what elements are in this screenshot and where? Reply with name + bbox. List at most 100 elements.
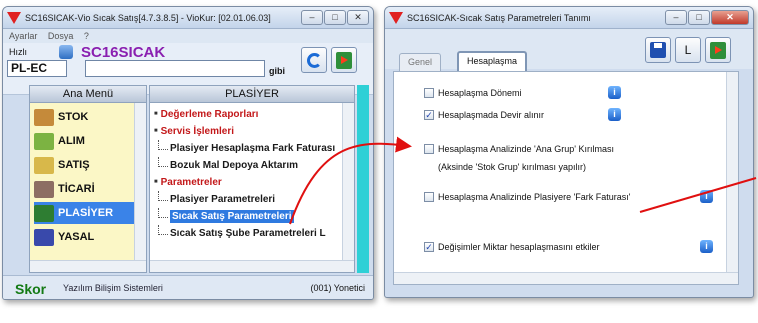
main-window-titlebar[interactable]: SC16SICAK-Vio Sıcak Satış[4.7.3.8.5] - V… (3, 7, 373, 29)
main-menu-item-5[interactable]: YASAL (34, 226, 138, 248)
main-menu-item-1[interactable]: ALIM (34, 130, 138, 152)
tree-group[interactable]: Değerleme Raporları (152, 106, 344, 123)
tree-item-label: Değerleme Raporları (160, 109, 259, 121)
app-logo-icon (389, 11, 403, 25)
checkbox[interactable]: ✓ (424, 110, 434, 120)
tree-item-label: Parametreler (160, 177, 222, 189)
tree-item-label: Sıcak Satış Parametreleri (170, 210, 294, 223)
minimize-button[interactable]: – (301, 10, 323, 25)
tab-page-hscrollbar[interactable] (394, 272, 738, 284)
exit-icon (710, 42, 726, 59)
tree-item[interactable]: Sıcak Satış Parametreleri (152, 208, 344, 225)
option-degisimler-miktar[interactable]: ✓ Değişimler Miktar hesaplaşmasını etkile… (424, 242, 600, 252)
save-button[interactable] (645, 37, 671, 63)
option-fark-faturasi[interactable]: Hesaplaşma Analizinde Plasiyere 'Fark Fa… (424, 192, 631, 202)
main-menu-hscrollbar[interactable] (30, 260, 146, 272)
ana-grup-note: (Aksinde 'Stok Grup' kırılması yapılır) (438, 162, 586, 172)
commerce-icon (34, 180, 54, 198)
tab-genel[interactable]: Genel (399, 53, 442, 71)
status-bar: Skor Yazılım Bilişim Sistemleri (001) Yo… (3, 275, 373, 299)
code-field[interactable]: PL-EC (7, 60, 67, 77)
plasiyer-hscrollbar[interactable] (150, 260, 354, 272)
hesaplasma-tab-page: Hesaplaşma Dönemi i ✓ Hesaplaşmada Devir … (393, 71, 739, 285)
app-logo-icon (7, 11, 21, 25)
main-menu-item-0[interactable]: STOK (34, 106, 138, 128)
option-label: Değişimler Miktar hesaplaşmasını etkiler (438, 242, 600, 252)
menu-help[interactable]: ? (84, 31, 89, 41)
checkbox[interactable] (424, 88, 434, 98)
plasiyer-panel: PLASİYER Değerleme Raporları Servis İşlem… (149, 85, 355, 273)
checkbox[interactable] (424, 192, 434, 202)
menu-bar: Ayarlar Dosya ? (3, 29, 373, 43)
help-icon[interactable]: i (700, 240, 713, 253)
gibi-label: gibi (269, 66, 285, 76)
main-menu-item-label: YASAL (58, 231, 95, 243)
sales-icon (34, 156, 54, 174)
stock-icon (34, 108, 54, 126)
parameters-window-titlebar[interactable]: SC16SICAK-Sıcak Satış Parametreleri Tanı… (385, 7, 753, 29)
close-button[interactable]: ✕ (711, 10, 749, 25)
tree-item[interactable]: Plasiyer Hesaplaşma Fark Faturası (152, 140, 344, 157)
option-ana-grup-kirilmasi[interactable]: Hesaplaşma Analizinde 'Ana Grup' Kırılma… (424, 144, 614, 154)
main-menu-item-2[interactable]: SATIŞ (34, 154, 138, 176)
parameters-window-title: SC16SICAK-Sıcak Satış Parametreleri Tanı… (407, 12, 591, 23)
tree-group[interactable]: Servis İşlemleri (152, 123, 344, 140)
help-icon[interactable]: i (608, 108, 621, 121)
company-label: Yazılım Bilişim Sistemleri (63, 283, 163, 293)
tree-item-label: Plasiyer Hesaplaşma Fark Faturası (170, 143, 336, 154)
main-menu-header: Ana Menü (30, 86, 146, 103)
option-label: Hesaplaşma Analizinde 'Ana Grup' Kırılma… (438, 144, 615, 154)
main-window-title: SC16SICAK-Vio Sıcak Satış[4.7.3.8.5] - V… (25, 12, 271, 23)
maximize-button[interactable]: □ (688, 10, 710, 25)
main-menu-item-label: ALIM (58, 135, 85, 147)
checkbox[interactable]: ✓ (424, 242, 434, 252)
exit-button[interactable] (331, 47, 357, 73)
main-window: SC16SICAK-Vio Sıcak Satış[4.7.3.8.5] - V… (2, 6, 374, 300)
tree-item[interactable]: Sıcak Satış Şube Parametreleri L (152, 225, 344, 242)
tree-group[interactable]: Parametreler (152, 174, 344, 191)
option-devir-alinir[interactable]: ✓ Hesaplaşmada Devir alınır (424, 110, 544, 120)
tree-item[interactable]: Plasiyer Parametreleri (152, 191, 344, 208)
parameters-window: SC16SICAK-Sıcak Satış Parametreleri Tanı… (384, 6, 754, 298)
option-label: Hesaplaşma Dönemi (438, 88, 522, 98)
salesman-icon (34, 204, 54, 222)
user-label: (001) Yonetici (310, 283, 365, 293)
list-button[interactable]: L (675, 37, 701, 63)
main-menu-item-4[interactable]: PLASİYER (34, 202, 138, 224)
save-icon-label (654, 43, 662, 48)
tree-item-label: Sıcak Satış Şube Parametreleri L (170, 228, 326, 239)
purchase-icon (34, 132, 54, 150)
main-menu-item-label: STOK (58, 111, 89, 123)
help-icon[interactable]: i (700, 190, 713, 203)
tree-item-label: Servis İşlemleri (160, 126, 235, 138)
tree-item-label: Plasiyer Parametreleri (170, 194, 276, 205)
option-hesaplasma-donemi[interactable]: Hesaplaşma Dönemi (424, 88, 522, 98)
menu-ayarlar[interactable]: Ayarlar (9, 31, 37, 41)
help-icon[interactable]: i (608, 86, 621, 99)
option-label: Hesaplaşmada Devir alınır (438, 110, 545, 120)
main-menu-item-label: PLASİYER (58, 207, 114, 219)
tree-item[interactable]: Bozuk Mal Depoya Aktarım (152, 157, 344, 174)
tab-page-scrollbar[interactable] (726, 72, 738, 272)
minimize-button[interactable]: – (665, 10, 687, 25)
tab-hesaplasma[interactable]: Hesaplaşma (457, 51, 528, 72)
refresh-button[interactable] (301, 47, 327, 73)
option-label: Hesaplaşma Analizinde Plasiyere 'Fark Fa… (438, 192, 631, 202)
main-menu-panel: Ana Menü STOK ALIM SATIŞ TİCARİ PLASİYER YASA… (29, 85, 147, 273)
main-menu-item-3[interactable]: TİCARİ (34, 178, 138, 200)
exit-button[interactable] (705, 37, 731, 63)
search-input[interactable] (85, 60, 265, 77)
main-menu-scrollbar[interactable] (134, 103, 146, 260)
app-name: SC16SICAK (81, 44, 166, 61)
menu-dosya[interactable]: Dosya (48, 31, 74, 41)
refresh-icon (307, 53, 322, 68)
checkbox[interactable] (424, 144, 434, 154)
tree-item-label: Bozuk Mal Depoya Aktarım (170, 160, 298, 171)
plasiyer-scrollbar[interactable] (342, 103, 354, 260)
main-menu-item-label: TİCARİ (58, 183, 95, 195)
close-button[interactable]: ✕ (347, 10, 369, 25)
database-icon (59, 45, 73, 59)
speed-label: Hızlı (9, 47, 27, 57)
brand-label: Skor (15, 281, 47, 297)
maximize-button[interactable]: □ (324, 10, 346, 25)
